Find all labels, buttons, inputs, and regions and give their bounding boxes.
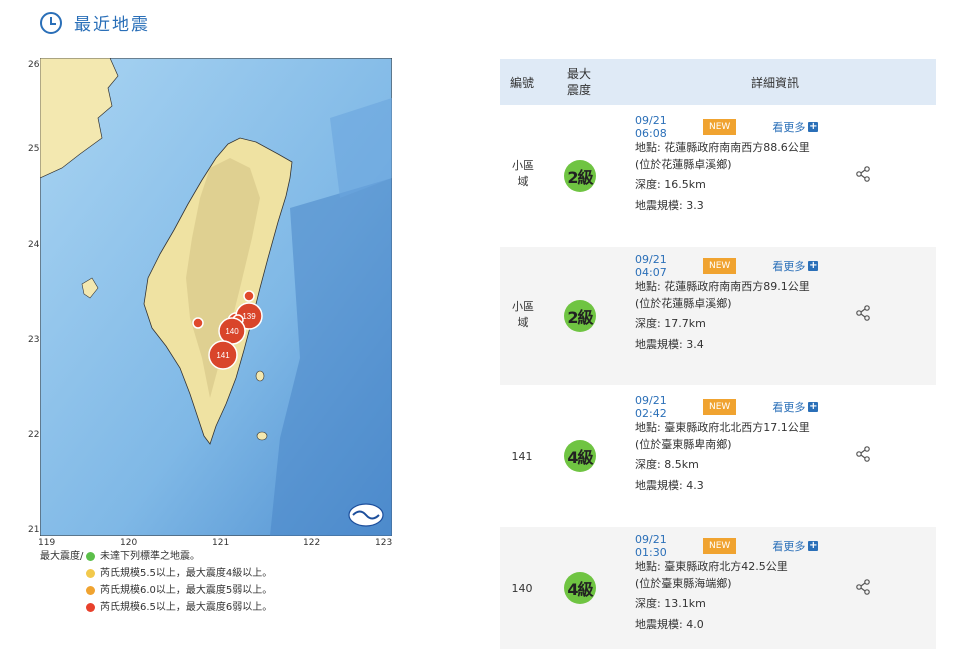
green-island	[255, 370, 265, 382]
marker-label-141: 141	[216, 351, 230, 360]
depth-text: 深度: 8.5km	[635, 458, 699, 471]
new-badge: NEW	[703, 399, 737, 415]
see-more-link[interactable]: 看更多 +	[772, 399, 819, 415]
row-details: 09/21 04:07 NEW 看更多 + 地點: 花蓮縣政府南南西方89.1公里…	[635, 253, 835, 353]
marker-label-140: 140	[225, 327, 239, 336]
lat-tick: 26	[28, 60, 40, 70]
legend-dot-red	[86, 603, 95, 612]
location-text: 地點: 花蓮縣政府南南西方88.6公里	[635, 141, 810, 154]
header-number: 編號	[509, 75, 534, 90]
location-text: 地點: 臺東縣政府北方42.5公里	[635, 560, 788, 573]
new-badge: NEW	[703, 119, 737, 135]
quake-marker-small[interactable]	[192, 317, 204, 329]
legend-text: 芮氏規模5.5以上，最大震度4級以上。	[100, 568, 273, 579]
legend-text: 未達下列標準之地震。	[100, 551, 200, 562]
share-icon[interactable]	[855, 579, 871, 595]
depth-text: 深度: 17.7km	[635, 317, 706, 330]
legend-title: 最大震度/	[40, 551, 84, 562]
lon-tick: 120	[120, 538, 138, 548]
lon-tick: 121	[212, 538, 230, 548]
legend-text: 芮氏規模6.5以上，最大震度6弱以上。	[100, 602, 273, 613]
quake-marker-small[interactable]	[243, 290, 255, 302]
header-intensity: 最大震度	[566, 67, 591, 97]
legend-row: 最大震度/ 未達下列標準之地震。	[40, 548, 272, 565]
row-number: 小區域	[512, 300, 534, 329]
event-time: 09/21 02:42	[635, 394, 667, 420]
location-note: (位於臺東縣海端鄉)	[635, 576, 732, 590]
event-time: 09/21 04:07	[635, 253, 667, 279]
depth-text: 深度: 13.1km	[635, 597, 706, 610]
legend-row: 芮氏規模5.5以上，最大震度4級以上。	[40, 565, 272, 582]
legend-row: 芮氏規模6.5以上，最大震度6弱以上。	[40, 599, 272, 616]
map-legend: 最大震度/ 未達下列標準之地震。 芮氏規模5.5以上，最大震度4級以上。 芮氏規…	[40, 548, 272, 616]
share-icon[interactable]	[855, 305, 871, 321]
legend-dot-yellow	[86, 569, 95, 578]
share-icon[interactable]	[855, 446, 871, 462]
see-more-label: 看更多	[772, 401, 806, 414]
clock-icon	[40, 11, 62, 34]
table-row[interactable]: 141 4級 09/21 02:42 NEW 看更多 + 地點: 臺東縣政府北北西…	[500, 388, 936, 522]
row-details: 09/21 06:08 NEW 看更多 + 地點: 花蓮縣政府南南西方88.6公里…	[635, 114, 835, 214]
new-badge: NEW	[703, 538, 737, 554]
table-row[interactable]: 小區域 2級 09/21 04:07 NEW 看更多 + 地點: 花蓮縣政府南南西…	[500, 247, 936, 385]
legend-row: 芮氏規模6.0以上，最大震度5弱以上。	[40, 582, 272, 599]
location-note: (位於花蓮縣卓溪鄉)	[635, 296, 732, 310]
location-note: (位於花蓮縣卓溪鄉)	[635, 157, 732, 171]
orchid-island	[256, 431, 268, 441]
page-header: 最近地震	[40, 10, 150, 35]
plus-icon: +	[808, 540, 819, 551]
header-details: 詳細資訊	[750, 75, 799, 90]
magnitude-text: 地震規模: 4.0	[635, 617, 704, 631]
plus-icon: +	[808, 260, 819, 271]
location-text: 地點: 花蓮縣政府南南西方89.1公里	[635, 280, 810, 293]
plus-icon: +	[808, 401, 819, 412]
earthquake-table: 編號 最大震度 詳細資訊	[500, 59, 936, 105]
lon-tick: 119	[38, 538, 56, 548]
legend-text: 芮氏規模6.0以上，最大震度5弱以上。	[100, 585, 273, 596]
legend-dot-orange	[86, 586, 95, 595]
magnitude-text: 地震規模: 3.4	[635, 337, 704, 351]
lat-tick: 25	[28, 144, 40, 154]
see-more-link[interactable]: 看更多 +	[772, 258, 819, 274]
location-text: 地點: 臺東縣政府北北西方17.1公里	[635, 421, 810, 434]
recent-earthquakes-page: 最近地震 139 140 141 26 25 24 23 22 21 119 1…	[0, 0, 960, 649]
location-note: (位於臺東縣卑南鄉)	[635, 437, 732, 451]
table-row[interactable]: 小區域 2級 09/21 06:08 NEW 看更多 + 地點: 花蓮縣政府南南西…	[500, 108, 936, 242]
row-details: 09/21 02:42 NEW 看更多 + 地點: 臺東縣政府北北西方17.1公里…	[635, 394, 835, 494]
earthquake-map[interactable]: 139 140 141 26 25 24 23 22 21 119 120 12…	[28, 58, 392, 548]
row-number: 140	[511, 582, 533, 595]
plus-icon: +	[808, 121, 819, 132]
depth-text: 深度: 16.5km	[635, 178, 706, 191]
share-icon[interactable]	[855, 166, 871, 182]
event-time: 09/21 06:08	[635, 114, 667, 140]
map-canvas: 139 140 141	[40, 58, 392, 536]
see-more-label: 看更多	[772, 260, 806, 273]
table-header: 編號 最大震度 詳細資訊	[500, 59, 936, 105]
see-more-label: 看更多	[772, 121, 806, 134]
legend-dot-green	[86, 552, 95, 561]
row-details: 09/21 01:30 NEW 看更多 + 地點: 臺東縣政府北方42.5公里 (…	[635, 533, 835, 633]
lat-tick: 21	[28, 525, 40, 535]
lat-tick: 23	[28, 335, 40, 345]
lon-tick: 123	[375, 538, 393, 548]
intensity-badge: 2級	[564, 160, 596, 192]
new-badge: NEW	[703, 258, 737, 274]
see-more-label: 看更多	[772, 540, 806, 553]
magnitude-text: 地震規模: 4.3	[635, 478, 704, 492]
lat-tick: 24	[28, 240, 40, 250]
intensity-badge: 4級	[564, 440, 596, 472]
row-number: 小區域	[512, 159, 534, 188]
see-more-link[interactable]: 看更多 +	[772, 538, 819, 554]
table-row[interactable]: 140 4級 09/21 01:30 NEW 看更多 + 地點: 臺東縣政府北方4…	[500, 527, 936, 649]
row-number: 141	[511, 450, 533, 463]
see-more-link[interactable]: 看更多 +	[772, 119, 819, 135]
magnitude-text: 地震規模: 3.3	[635, 198, 704, 212]
lat-tick: 22	[28, 430, 40, 440]
intensity-badge: 2級	[564, 300, 596, 332]
marker-label-139: 139	[242, 312, 256, 321]
lon-tick: 122	[303, 538, 321, 548]
event-time: 09/21 01:30	[635, 533, 667, 559]
page-title: 最近地震	[74, 15, 150, 35]
intensity-badge: 4級	[564, 572, 596, 604]
